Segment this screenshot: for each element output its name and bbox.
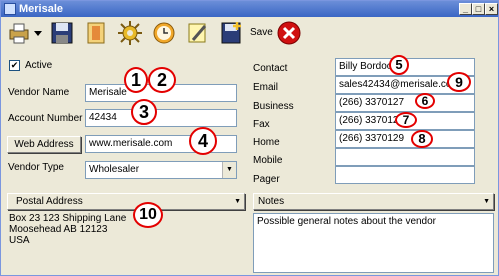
edit-link-icon[interactable] [185, 20, 211, 46]
vendor-type-label: Vendor Type [8, 162, 64, 173]
callout-1: 1 [124, 67, 148, 93]
fax-label: Fax [253, 119, 270, 130]
callout-10: 10 [133, 202, 163, 228]
postal-address-label: Postal Address [16, 196, 83, 207]
toolbar: Save [1, 17, 498, 51]
postal-address-dropdown[interactable]: Postal Address ▼ [7, 193, 245, 210]
vendor-name-label: Vendor Name [8, 87, 70, 98]
pager-label: Pager [253, 174, 280, 185]
callout-8: 8 [411, 130, 433, 148]
notes-dropdown[interactable]: Notes ▼ [253, 193, 494, 210]
web-address-button[interactable]: Web Address [7, 136, 81, 153]
business-label: Business [253, 101, 294, 112]
minimize-button[interactable]: _ [459, 3, 472, 15]
notepad-icon[interactable] [83, 20, 109, 46]
callout-4: 4 [189, 127, 217, 155]
pager-field[interactable] [335, 166, 475, 184]
home-label: Home [253, 137, 280, 148]
close-window-button[interactable]: × [485, 3, 498, 15]
clock-icon[interactable] [151, 20, 177, 46]
save-label[interactable]: Save [250, 27, 273, 38]
maximize-button[interactable]: □ [472, 3, 485, 15]
vendor-type-select[interactable]: Wholesaler ▼ [85, 161, 237, 179]
callout-7: 7 [395, 112, 417, 128]
notes-label: Notes [258, 196, 285, 207]
home-phone-field[interactable]: (266) 3370129 [335, 130, 475, 148]
chevron-down-icon[interactable]: ▼ [222, 162, 236, 178]
mobile-field[interactable] [335, 148, 475, 166]
save-disk-icon[interactable] [49, 20, 75, 46]
address-line-2: Moosehead AB 12123 [9, 224, 108, 235]
active-checkbox[interactable]: ✔ [9, 60, 20, 71]
cancel-icon[interactable] [276, 20, 302, 46]
address-line-3: USA [9, 235, 30, 246]
email-label: Email [253, 82, 279, 93]
window-title: Merisale [19, 3, 64, 15]
app-icon [4, 3, 16, 15]
title-bar: Merisale _ □ × [1, 1, 498, 17]
callout-3: 3 [131, 99, 157, 125]
chevron-down-icon: ▼ [234, 198, 241, 205]
print-icon[interactable] [7, 20, 33, 46]
contact-label: Contact [253, 63, 288, 74]
mobile-label: Mobile [253, 155, 283, 166]
add-record-icon[interactable] [219, 20, 245, 46]
callout-6: 6 [415, 93, 435, 109]
callout-5: 5 [389, 55, 409, 75]
callout-2: 2 [148, 67, 176, 93]
notes-textarea[interactable]: Possible general notes about the vendor [253, 213, 494, 273]
vendor-type-value: Wholesaler [89, 164, 140, 175]
vendor-window: Merisale _ □ × Save ✔ Active Vendor Name… [0, 0, 499, 276]
active-label: Active [25, 60, 53, 71]
account-number-field[interactable]: 42434 [85, 109, 237, 127]
callout-9: 9 [447, 72, 471, 92]
postal-address-text[interactable]: Box 23 123 Shipping Lane Moosehead AB 12… [9, 213, 126, 246]
business-phone-field[interactable]: (266) 3370127 [335, 94, 475, 112]
chevron-down-icon: ▼ [483, 198, 490, 205]
chevron-down-icon[interactable] [34, 29, 42, 37]
gear-icon[interactable] [117, 20, 143, 46]
account-number-label: Account Number [8, 113, 83, 124]
address-line-1: Box 23 123 Shipping Lane [9, 213, 127, 224]
